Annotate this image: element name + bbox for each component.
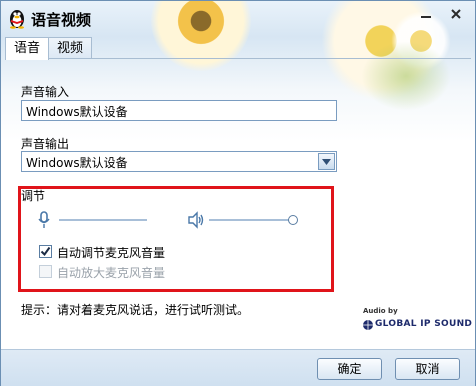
audio-output-select[interactable]: Windows默认设备: [21, 151, 337, 172]
close-icon: [451, 9, 461, 19]
brand-text: GLOBAL IP SOUND: [375, 319, 473, 329]
window-title: 语音视频: [31, 11, 92, 29]
speaker-icon: [187, 211, 205, 232]
leaf-decoration: [361, 41, 451, 111]
global-ip-sound-logo: Audio by GLOBAL IP SOUND: [361, 307, 472, 331]
audio-input-label: 声音输入: [21, 85, 70, 99]
title-bar[interactable]: 语音视频: [1, 1, 475, 35]
auto-adjust-mic-label[interactable]: 自动调节麦克风音量: [57, 244, 165, 261]
minimize-button[interactable]: [415, 5, 437, 23]
auto-amplify-mic-checkbox[interactable]: [39, 265, 52, 278]
chevron-down-icon: [322, 158, 331, 165]
microphone-icon: [38, 211, 50, 232]
microphone-volume-slider[interactable]: [59, 219, 147, 221]
voice-video-dialog: 语音视频 语音 视频 声音输入 Windows默认设备 声音输出 Windows…: [0, 0, 476, 386]
adjust-label: 调节: [21, 189, 46, 203]
globe-icon: [363, 320, 373, 330]
ok-button[interactable]: 确定: [317, 358, 382, 380]
cancel-button[interactable]: 取消: [395, 358, 460, 380]
qq-penguin-icon: [7, 7, 27, 29]
tab-voice[interactable]: 语音: [5, 37, 50, 60]
tab-bar: 语音 视频: [5, 37, 93, 60]
brand-bar: GLOBAL IP SOUND: [361, 319, 472, 331]
auto-amplify-mic-label[interactable]: 自动放大麦克风音量: [57, 264, 165, 281]
audio-output-value: Windows默认设备: [26, 156, 128, 170]
audio-by-text: Audio by: [363, 307, 398, 315]
dropdown-arrow-button[interactable]: [318, 153, 335, 170]
speaker-volume-slider[interactable]: [209, 219, 293, 221]
audio-input-select[interactable]: Windows默认设备: [21, 100, 337, 121]
tab-divider: [5, 58, 471, 59]
close-button[interactable]: [445, 5, 467, 23]
audio-output-label: 声音输出: [21, 137, 70, 151]
minimize-icon: [421, 16, 431, 18]
tab-video[interactable]: 视频: [48, 37, 93, 59]
auto-adjust-mic-checkbox[interactable]: [39, 245, 52, 258]
hint-text: 提示：请对着麦克风说话，进行试听测试。: [21, 303, 250, 317]
checkmark-icon: [40, 246, 51, 257]
audio-input-value: Windows默认设备: [26, 105, 128, 119]
dialog-footer: 确定 取消: [1, 349, 475, 386]
speaker-volume-knob[interactable]: [288, 215, 298, 225]
